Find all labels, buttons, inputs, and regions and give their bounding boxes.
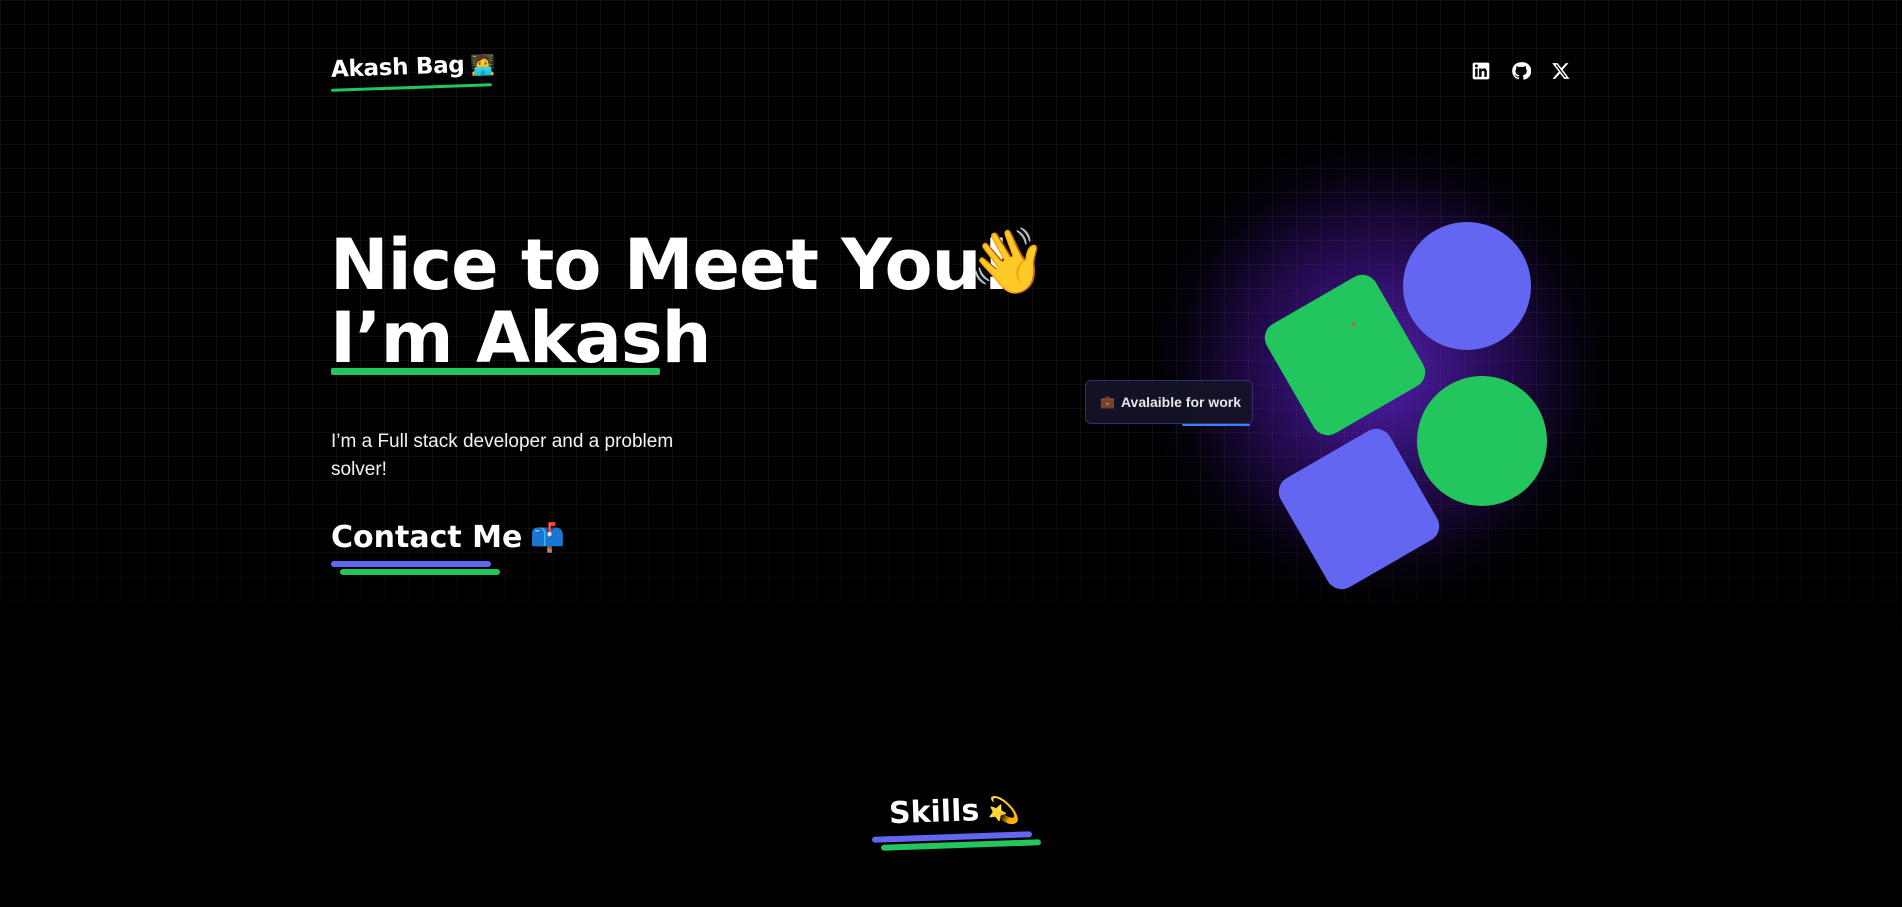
mailbox-emoji: 📫 [530, 521, 566, 554]
github-link[interactable] [1510, 60, 1532, 82]
background-grid [0, 0, 1902, 680]
contact-label: Contact Me [331, 520, 523, 555]
dizzy-emoji: 💫 [986, 795, 1021, 827]
contact-underline-indigo [331, 561, 491, 567]
availability-label: Avalaible for work [1120, 394, 1242, 410]
hero-greeting: Nice to Meet You! [330, 224, 1012, 306]
skills-heading: Skills 💫 [888, 792, 1021, 832]
contact-me-link[interactable]: Contact Me 📫 [331, 520, 565, 555]
name-underline [331, 368, 660, 375]
badge-accent-line [1182, 424, 1250, 426]
social-links [1470, 60, 1572, 82]
availability-badge: 💼 Avalaible for work [1085, 380, 1253, 424]
skills-title-text: Skills [888, 793, 980, 832]
linkedin-icon [1472, 62, 1490, 80]
brand-name: Akash Bag [330, 52, 465, 83]
contact-underline-green [340, 569, 500, 575]
hero-bio: I’m a Full stack developer and a problem… [331, 431, 674, 480]
x-icon [1552, 63, 1570, 79]
red-dot [1352, 323, 1355, 326]
waving-hand-emoji: 👋 [968, 225, 1048, 299]
page: Akash Bag 🧑‍💻 Nice to Meet You! 👋 I’m Aka… [0, 0, 1902, 907]
x-link[interactable] [1550, 60, 1572, 82]
hero-name: I’m Akash [330, 297, 711, 379]
github-icon [1512, 62, 1531, 80]
indigo-circle-top [1403, 222, 1531, 350]
green-circle [1417, 376, 1547, 506]
briefcase-emoji: 💼 [1100, 395, 1115, 409]
linkedin-link[interactable] [1470, 60, 1492, 82]
technologist-emoji: 🧑‍💻 [470, 52, 496, 77]
